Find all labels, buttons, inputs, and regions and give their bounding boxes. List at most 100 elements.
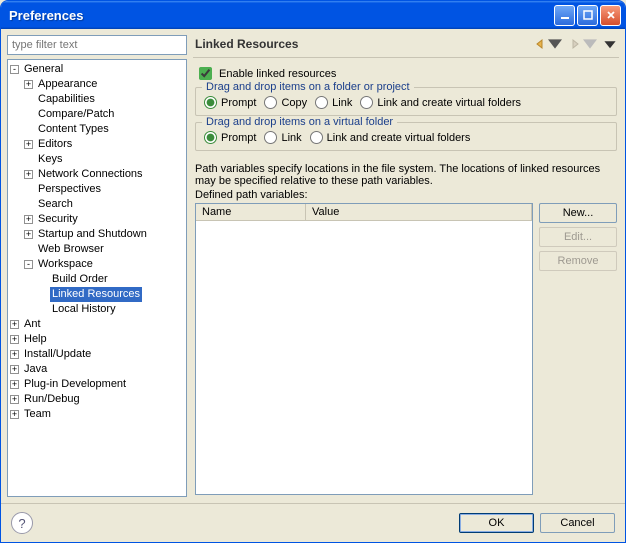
- view-menu-button[interactable]: [603, 37, 617, 51]
- radio-link[interactable]: Link: [315, 96, 352, 109]
- column-name[interactable]: Name: [196, 204, 306, 220]
- expand-icon[interactable]: +: [24, 170, 33, 179]
- enable-linked-resources-label: Enable linked resources: [219, 68, 336, 80]
- radio-label: Link: [281, 132, 301, 144]
- preference-tree[interactable]: -General+AppearanceCapabilitiesCompare/P…: [7, 59, 187, 497]
- minimize-button[interactable]: [554, 5, 575, 26]
- collapse-icon[interactable]: -: [24, 260, 33, 269]
- tree-item[interactable]: Java: [22, 362, 49, 377]
- preferences-window: Preferences -General+AppearanceCapabilit…: [0, 0, 626, 543]
- expand-icon[interactable]: +: [10, 320, 19, 329]
- radio-input[interactable]: [310, 131, 323, 144]
- enable-linked-resources-checkbox[interactable]: [199, 67, 212, 80]
- tree-item[interactable]: Web Browser: [36, 242, 106, 257]
- expand-icon[interactable]: +: [10, 395, 19, 404]
- radio-input[interactable]: [360, 96, 373, 109]
- expand-icon[interactable]: +: [10, 365, 19, 374]
- path-variables-table[interactable]: Name Value: [195, 203, 533, 495]
- expand-icon[interactable]: +: [10, 380, 19, 389]
- radio-link-and-create-virtual-folders[interactable]: Link and create virtual folders: [310, 131, 471, 144]
- tree-item[interactable]: Capabilities: [36, 92, 97, 107]
- dnd-virtual-folder-group: Drag and drop items on a virtual folder …: [195, 122, 617, 151]
- expand-icon[interactable]: +: [24, 140, 33, 149]
- expand-icon[interactable]: +: [10, 335, 19, 344]
- expand-icon[interactable]: +: [24, 80, 33, 89]
- tree-item[interactable]: Keys: [36, 152, 64, 167]
- tree-item[interactable]: Appearance: [36, 77, 99, 92]
- path-variables-body: [196, 221, 532, 494]
- remove-button[interactable]: Remove: [539, 251, 617, 271]
- help-icon[interactable]: ?: [11, 512, 33, 534]
- expand-icon[interactable]: +: [10, 410, 19, 419]
- radio-label: Link and create virtual folders: [327, 132, 471, 144]
- radio-link[interactable]: Link: [264, 131, 301, 144]
- titlebar[interactable]: Preferences: [1, 1, 625, 29]
- tree-spacer: [24, 123, 33, 132]
- radio-input[interactable]: [264, 96, 277, 109]
- tree-item[interactable]: Perspectives: [36, 182, 103, 197]
- radio-label: Link: [332, 97, 352, 109]
- tree-item[interactable]: Build Order: [50, 272, 110, 287]
- dnd-virtual-folder-group-title: Drag and drop items on a virtual folder: [202, 116, 397, 128]
- radio-input[interactable]: [264, 131, 277, 144]
- tree-item[interactable]: Local History: [50, 302, 118, 317]
- ok-button[interactable]: OK: [459, 513, 534, 533]
- radio-copy[interactable]: Copy: [264, 96, 307, 109]
- tree-item[interactable]: Help: [22, 332, 49, 347]
- radio-label: Copy: [281, 97, 307, 109]
- cancel-button[interactable]: Cancel: [540, 513, 615, 533]
- window-title: Preferences: [9, 8, 554, 23]
- maximize-button[interactable]: [577, 5, 598, 26]
- tree-spacer: [24, 198, 33, 207]
- defined-path-variables-label: Defined path variables:: [195, 189, 617, 201]
- radio-input[interactable]: [204, 96, 217, 109]
- tree-spacer: [24, 153, 33, 162]
- tree-spacer: [38, 273, 47, 282]
- expand-icon[interactable]: +: [10, 350, 19, 359]
- tree-spacer: [24, 183, 33, 192]
- radio-prompt[interactable]: Prompt: [204, 96, 256, 109]
- right-pane: Linked Resources: [193, 35, 619, 497]
- tree-spacer: [24, 108, 33, 117]
- tree-spacer: [38, 303, 47, 312]
- tree-item[interactable]: Search: [36, 197, 75, 212]
- close-button[interactable]: [600, 5, 621, 26]
- tree-item[interactable]: General: [22, 62, 65, 77]
- tree-item[interactable]: Run/Debug: [22, 392, 82, 407]
- page-title: Linked Resources: [195, 37, 533, 51]
- tree-spacer: [24, 243, 33, 252]
- dnd-folder-group: Drag and drop items on a folder or proje…: [195, 87, 617, 116]
- tree-spacer: [38, 288, 47, 297]
- edit-button[interactable]: Edit...: [539, 227, 617, 247]
- tree-item[interactable]: Content Types: [36, 122, 111, 137]
- forward-button[interactable]: [568, 37, 597, 51]
- radio-prompt[interactable]: Prompt: [204, 131, 256, 144]
- collapse-icon[interactable]: -: [10, 65, 19, 74]
- expand-icon[interactable]: +: [24, 230, 33, 239]
- expand-icon[interactable]: +: [24, 215, 33, 224]
- tree-item[interactable]: Linked Resources: [50, 287, 142, 302]
- tree-spacer: [24, 93, 33, 102]
- tree-item[interactable]: Ant: [22, 317, 43, 332]
- back-button[interactable]: [533, 37, 562, 51]
- column-value[interactable]: Value: [306, 204, 532, 220]
- radio-label: Link and create virtual folders: [377, 97, 521, 109]
- radio-input[interactable]: [315, 96, 328, 109]
- path-variables-description: Path variables specify locations in the …: [195, 163, 617, 187]
- tree-item[interactable]: Plug-in Development: [22, 377, 128, 392]
- tree-item[interactable]: Editors: [36, 137, 74, 152]
- radio-link-and-create-virtual-folders[interactable]: Link and create virtual folders: [360, 96, 521, 109]
- tree-item[interactable]: Startup and Shutdown: [36, 227, 149, 242]
- tree-item[interactable]: Install/Update: [22, 347, 93, 362]
- filter-input[interactable]: [7, 35, 187, 55]
- radio-label: Prompt: [221, 97, 256, 109]
- radio-input[interactable]: [204, 131, 217, 144]
- radio-label: Prompt: [221, 132, 256, 144]
- dnd-folder-group-title: Drag and drop items on a folder or proje…: [202, 81, 414, 93]
- tree-item[interactable]: Workspace: [36, 257, 95, 272]
- tree-item[interactable]: Compare/Patch: [36, 107, 116, 122]
- tree-item[interactable]: Security: [36, 212, 80, 227]
- new-button[interactable]: New...: [539, 203, 617, 223]
- tree-item[interactable]: Network Connections: [36, 167, 145, 182]
- tree-item[interactable]: Team: [22, 407, 53, 422]
